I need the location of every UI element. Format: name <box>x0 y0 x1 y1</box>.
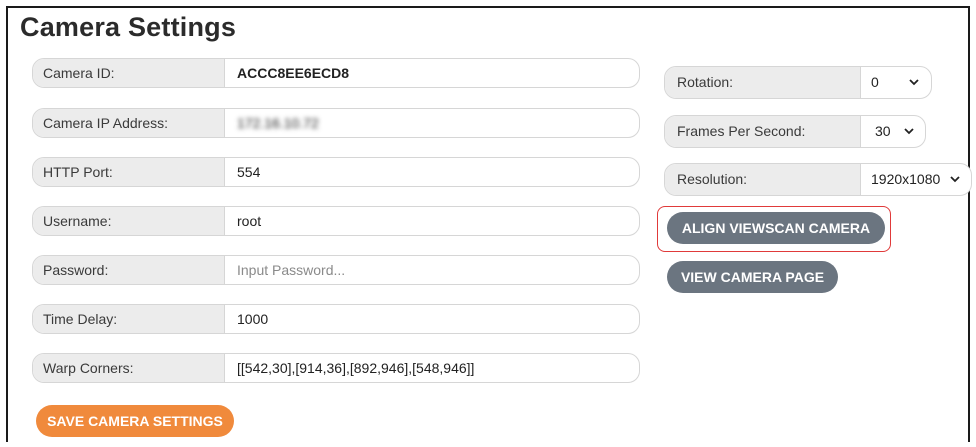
align-viewscan-camera-button[interactable]: ALIGN VIEWSCAN CAMERA <box>667 212 885 244</box>
resolution-label: Resolution: <box>665 164 861 195</box>
camera-id-label: Camera ID: <box>33 59 225 87</box>
camera-ip-field[interactable]: Camera IP Address: <box>32 108 640 138</box>
http-port-field[interactable]: HTTP Port: <box>32 157 640 187</box>
fps-label: Frames Per Second: <box>665 116 861 147</box>
time-delay-label: Time Delay: <box>33 305 225 333</box>
username-input[interactable] <box>237 207 631 235</box>
time-delay-field[interactable]: Time Delay: <box>32 304 640 334</box>
save-camera-settings-button[interactable]: SAVE CAMERA SETTINGS <box>36 405 234 437</box>
warp-corners-field[interactable]: Warp Corners: <box>32 353 640 383</box>
rotation-select[interactable]: Rotation: 0 <box>664 66 932 99</box>
password-input[interactable] <box>237 256 631 284</box>
http-port-label: HTTP Port: <box>33 158 225 186</box>
username-field[interactable]: Username: <box>32 206 640 236</box>
camera-id-field[interactable]: Camera ID: <box>32 58 640 88</box>
camera-ip-input[interactable] <box>237 109 631 137</box>
chevron-down-icon[interactable] <box>908 76 920 88</box>
page-title: Camera Settings <box>20 12 237 42</box>
resolution-select[interactable]: Resolution: 1920x1080 <box>664 163 972 196</box>
password-label: Password: <box>33 256 225 284</box>
password-field[interactable]: Password: <box>32 255 640 285</box>
camera-ip-label: Camera IP Address: <box>33 109 225 137</box>
rotation-value[interactable]: 0 <box>871 67 879 98</box>
warp-corners-input[interactable] <box>237 354 631 382</box>
rotation-label: Rotation: <box>665 67 861 98</box>
fps-value[interactable]: 30 <box>875 116 891 147</box>
view-camera-page-button[interactable]: VIEW CAMERA PAGE <box>667 261 838 293</box>
username-label: Username: <box>33 207 225 235</box>
resolution-value[interactable]: 1920x1080 <box>871 164 940 195</box>
time-delay-input[interactable] <box>237 305 631 333</box>
http-port-input[interactable] <box>237 158 631 186</box>
chevron-down-icon[interactable] <box>903 125 915 137</box>
camera-id-input[interactable] <box>237 59 631 87</box>
chevron-down-icon[interactable] <box>949 173 961 185</box>
fps-select[interactable]: Frames Per Second: 30 <box>664 115 926 148</box>
warp-corners-label: Warp Corners: <box>33 354 225 382</box>
